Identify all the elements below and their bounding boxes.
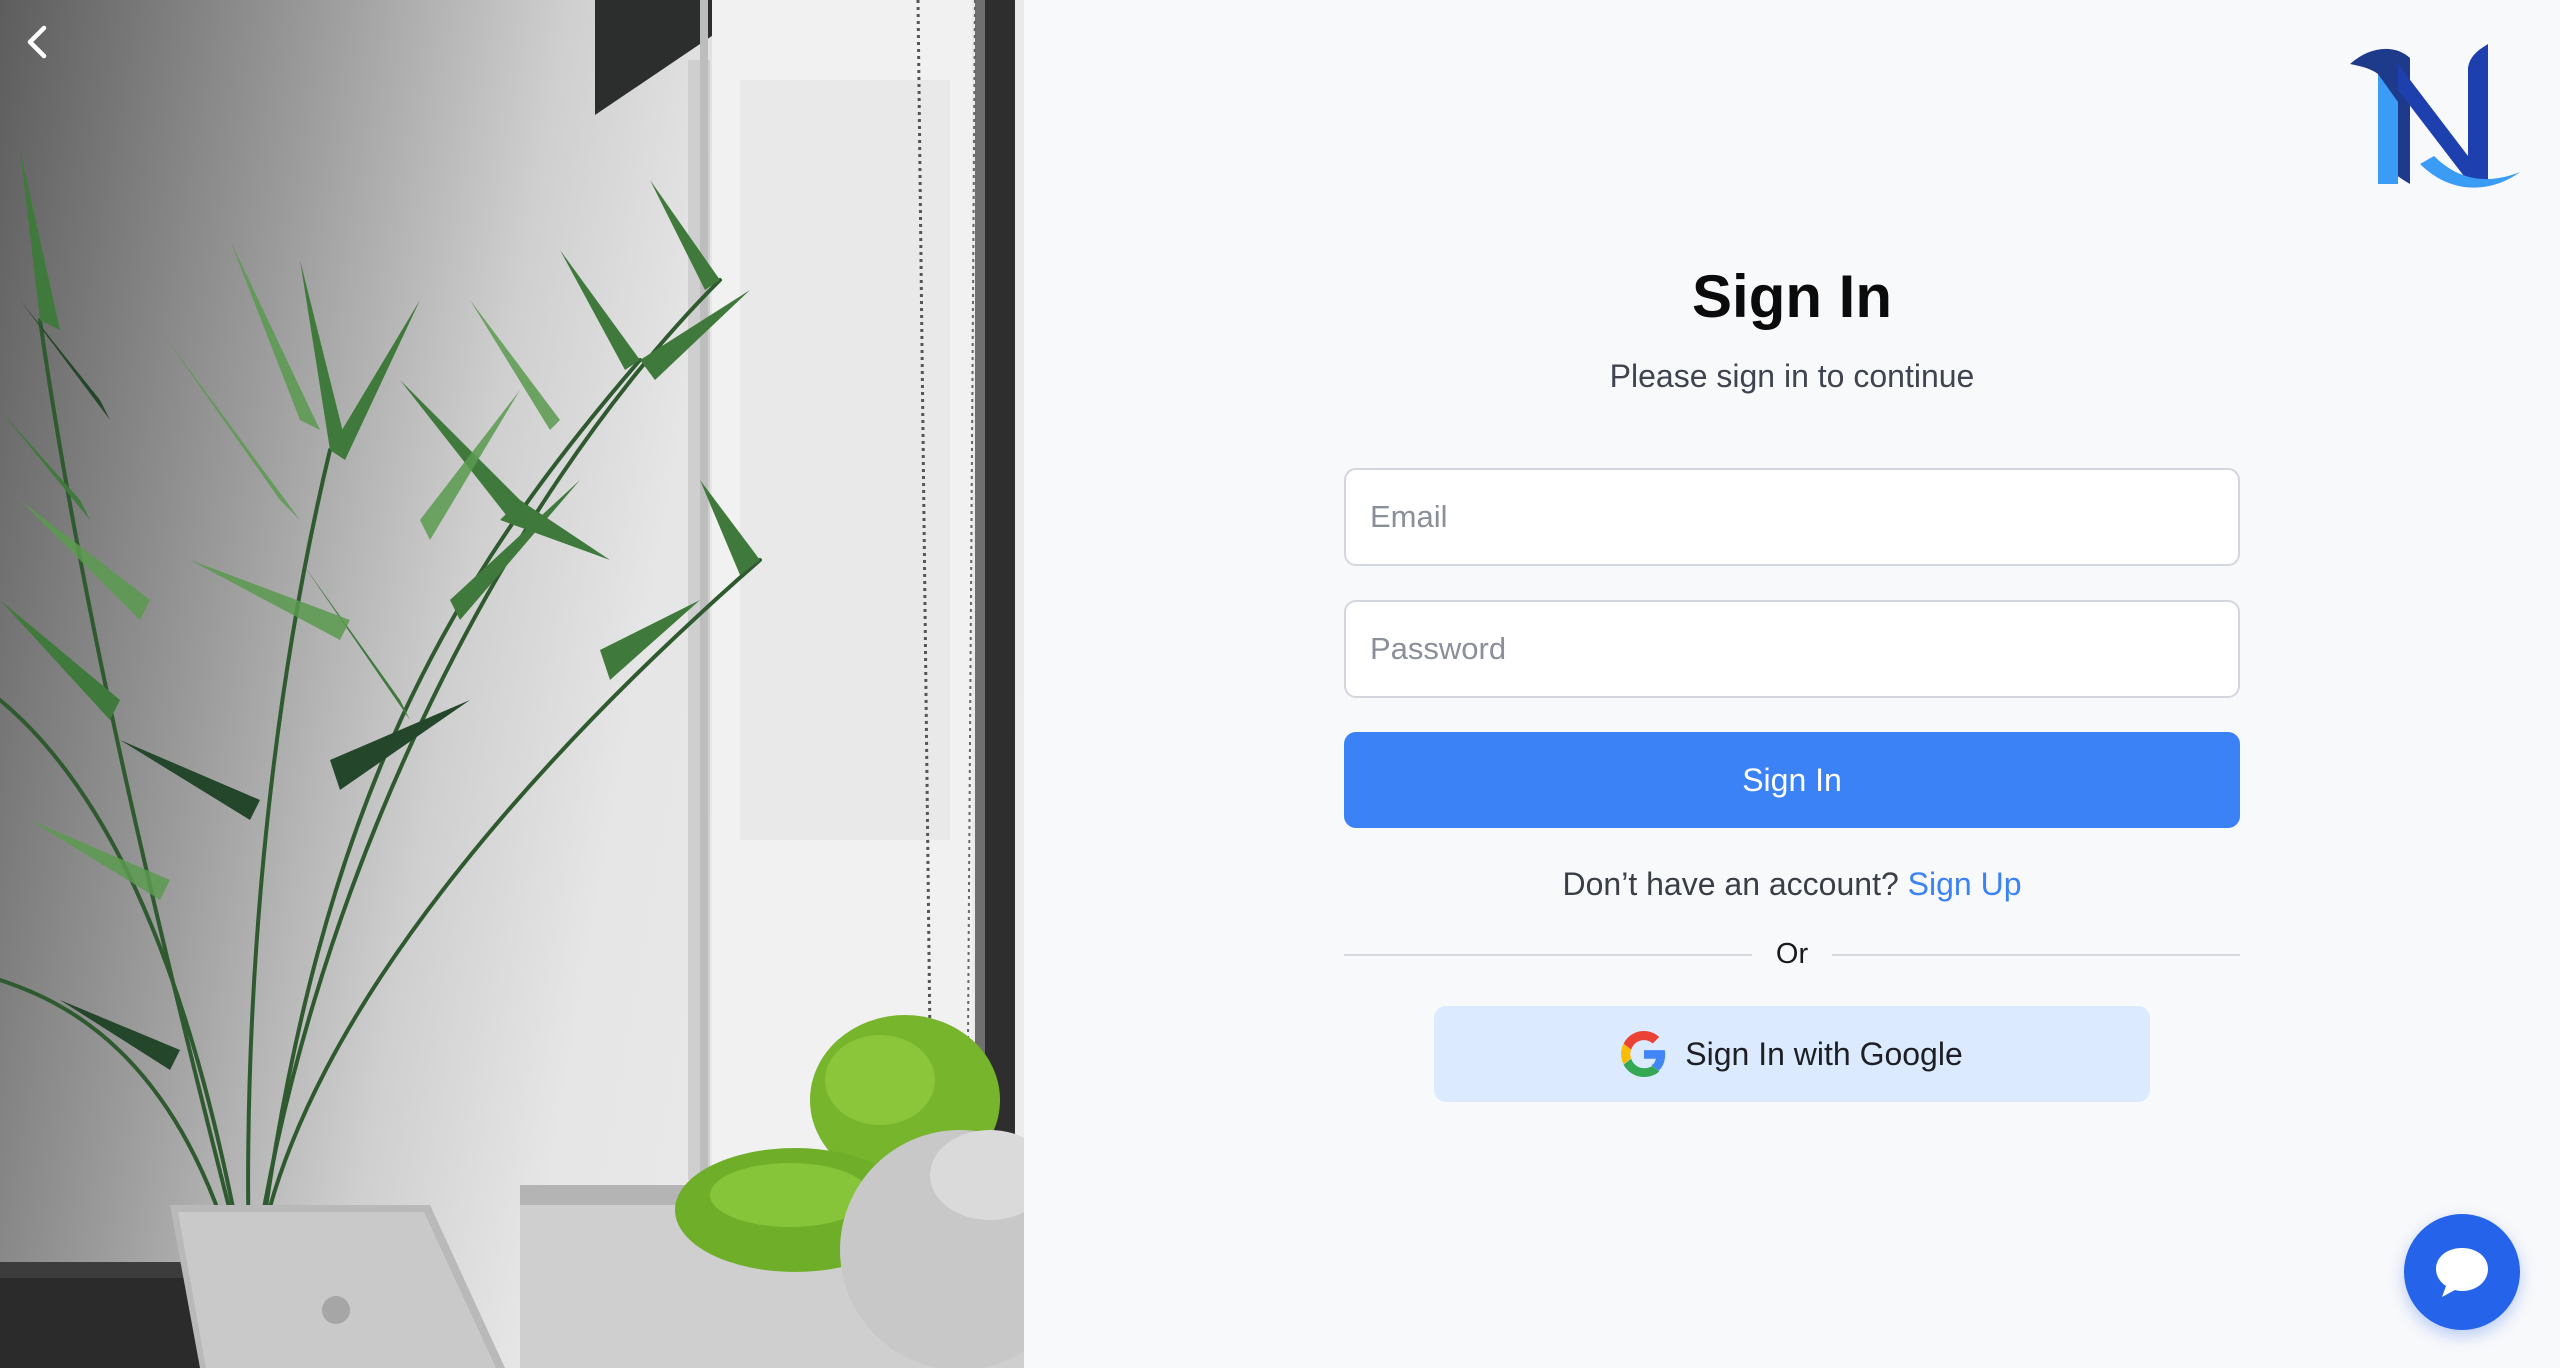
brand-logo xyxy=(2350,44,2520,192)
divider-line-right xyxy=(1832,953,2240,956)
chevron-left-icon xyxy=(27,25,47,59)
no-account-text: Don’t have an account? xyxy=(1562,866,1908,902)
signup-prompt: Don’t have an account? Sign Up xyxy=(1344,866,2240,903)
chat-button[interactable] xyxy=(2404,1214,2520,1330)
or-divider: Or xyxy=(1344,938,2240,971)
chat-bubble-icon xyxy=(2436,1248,2488,1297)
page-title: Sign In xyxy=(1692,263,1892,330)
sign-in-page: Sign In Please sign in to continue Sign … xyxy=(0,0,2560,1368)
sign-up-link[interactable]: Sign Up xyxy=(1908,866,2022,902)
hero-photo xyxy=(0,0,1024,1368)
sign-in-button[interactable]: Sign In xyxy=(1344,732,2240,828)
email-field[interactable] xyxy=(1344,468,2240,566)
page-subtitle: Please sign in to continue xyxy=(1609,358,1975,394)
password-field[interactable] xyxy=(1344,600,2240,698)
divider-text: Or xyxy=(1775,938,1809,970)
divider-line-left xyxy=(1344,953,1752,956)
back-button[interactable] xyxy=(22,22,76,76)
logo-n-icon xyxy=(2350,44,2520,188)
google-sign-in-button[interactable]: Sign In with Google xyxy=(1434,1006,2150,1102)
google-icon xyxy=(1621,1031,1666,1077)
google-button-label: Sign In with Google xyxy=(1685,1035,1963,1072)
plant-photo-illustration xyxy=(0,0,1024,1368)
